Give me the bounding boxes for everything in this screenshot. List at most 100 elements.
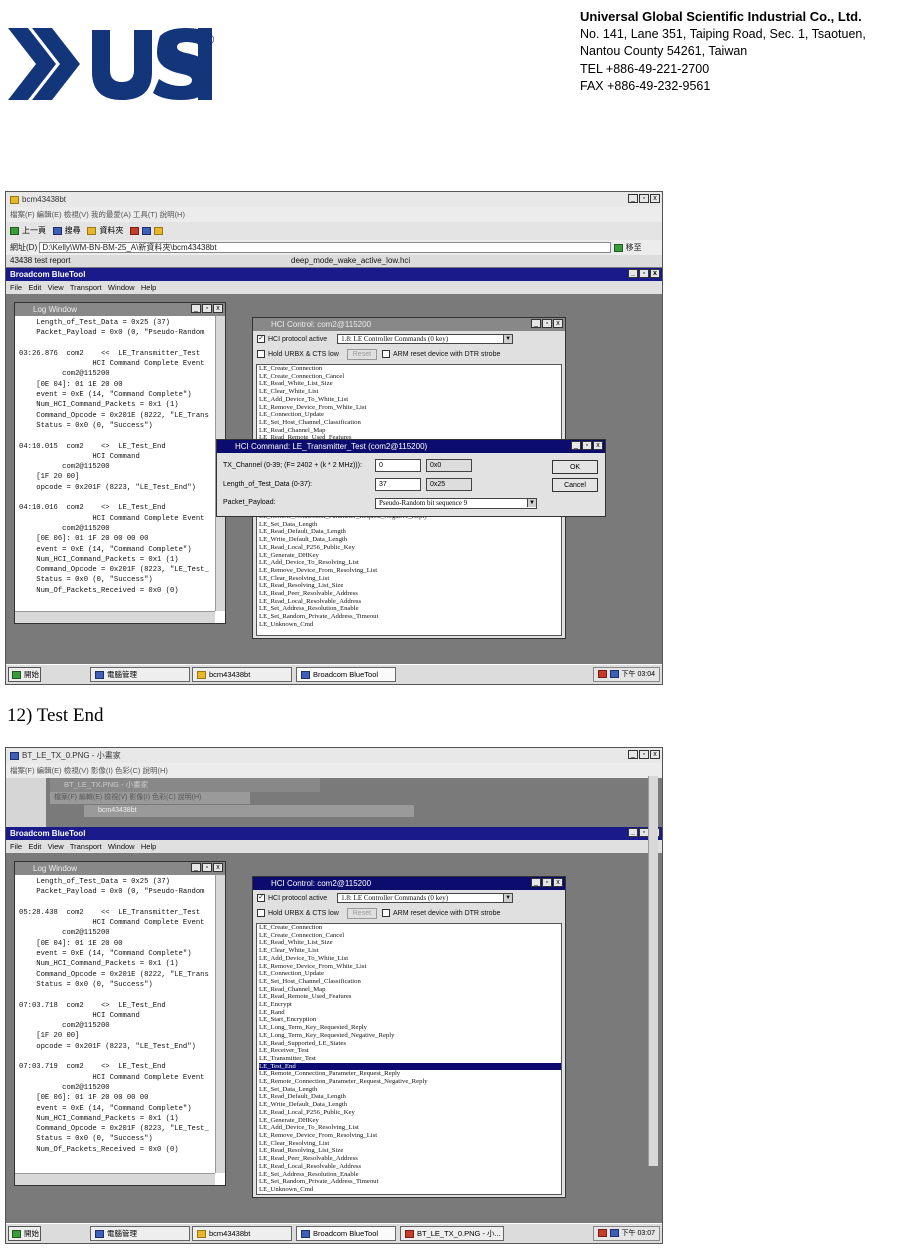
start-button[interactable]: 開始	[8, 1226, 41, 1241]
command-list-item[interactable]: LE_Create_Connection	[259, 365, 561, 373]
menu-transport[interactable]: Transport	[70, 842, 102, 851]
reset-button[interactable]: Reset	[346, 349, 378, 360]
command-list-item[interactable]: LE_Remote_Connection_Parameter_Request_R…	[259, 1070, 561, 1078]
search-icon[interactable]	[52, 226, 62, 235]
arm-reset-checkbox[interactable]	[382, 909, 390, 918]
command-list-item[interactable]: LE_Remove_Device_From_Resolving_List	[259, 567, 561, 575]
command-list-item[interactable]: LE_Set_Host_Channel_Classification	[259, 419, 561, 427]
cancel-button[interactable]: Cancel	[552, 478, 598, 492]
command-list-item[interactable]: LE_Unknown_Cmd	[259, 621, 561, 629]
command-list-item[interactable]: LE_Remove_Device_From_White_List	[259, 404, 561, 412]
command-list-item[interactable]: LE_Receiver_Test	[259, 1047, 561, 1055]
command-list-item[interactable]: LE_Write_Default_Data_Length	[259, 1101, 561, 1109]
command-list-item[interactable]: LE_Write_Default_Data_Length	[259, 536, 561, 544]
task-computer-management[interactable]: 電腦管理	[90, 667, 190, 682]
command-list-item[interactable]: LE_Remote_Connection_Parameter_Request_N…	[259, 1078, 561, 1086]
go-button[interactable]: 移至	[626, 243, 642, 252]
command-list-item[interactable]: LE_Set_Address_Resolution_Enable	[259, 1171, 561, 1179]
command-list-item[interactable]: LE_Read_Channel_Map	[259, 427, 561, 435]
command-list-item[interactable]: LE_Read_Peer_Resolvable_Address	[259, 1155, 561, 1163]
explorer-window-controls[interactable]: _ ▫ x	[628, 194, 660, 203]
menu-window[interactable]: Window	[108, 842, 135, 851]
command-list-item[interactable]: LE_Read_Default_Data_Length	[259, 528, 561, 536]
menu-help[interactable]: Help	[141, 842, 156, 851]
go-icon[interactable]	[613, 243, 623, 252]
payload-select[interactable]: Pseudo-Random bit sequence 9 ▼	[375, 498, 537, 509]
command-list-item[interactable]: LE_Start_Encryption	[259, 1016, 561, 1024]
command-list-item[interactable]: LE_Add_Device_To_White_List	[259, 955, 561, 963]
ok-button[interactable]: OK	[552, 460, 598, 474]
command-list-item[interactable]: LE_Generate_DHKey	[259, 1117, 561, 1125]
command-list-item[interactable]: LE_Test_End	[259, 1062, 561, 1071]
paint-vertical-scrollbar[interactable]	[648, 776, 658, 1166]
menu-view[interactable]: View	[48, 283, 64, 292]
command-list-item[interactable]: LE_Add_Device_To_White_List	[259, 396, 561, 404]
back-button[interactable]: 上一頁	[22, 226, 46, 235]
command-list-item[interactable]: LE_Connection_Update	[259, 411, 561, 419]
task-paint[interactable]: BT_LE_TX_0.PNG - 小...	[400, 1226, 504, 1241]
command-list-item[interactable]: LE_Clear_Resolving_List	[259, 575, 561, 583]
command-list-item[interactable]: LE_Set_Random_Private_Address_Timeout	[259, 613, 561, 621]
command-list-item[interactable]: LE_Clear_Resolving_List	[259, 1140, 561, 1148]
task-bluetool[interactable]: Broadcom BlueTool	[296, 667, 396, 682]
arm-reset-checkbox[interactable]	[382, 350, 390, 359]
command-list-item[interactable]: LE_Read_Default_Data_Length	[259, 1093, 561, 1101]
menu-file[interactable]: File	[10, 842, 22, 851]
command-list-item[interactable]: LE_Read_Channel_Map	[259, 986, 561, 994]
task-computer-management[interactable]: 電腦管理	[90, 1226, 190, 1241]
bluetool-window-controls[interactable]: _▫x	[628, 269, 660, 278]
command-list-item[interactable]: LE_Create_Connection_Cancel	[259, 373, 561, 381]
command-list-item[interactable]: LE_Read_Remote_Used_Features	[259, 993, 561, 1001]
command-list-item[interactable]: LE_Rand	[259, 1009, 561, 1017]
command-list-item[interactable]: LE_Add_Device_To_Resolving_List	[259, 559, 561, 567]
address-input[interactable]: D:\Kelly\WM-BN-BM-25_A\新資料夾\bcm43438bt	[39, 242, 612, 254]
menu-view[interactable]: View	[48, 842, 64, 851]
hci-protocol-checkbox[interactable]: ✓	[257, 894, 265, 903]
paint-window-controls[interactable]: _ ▫ x	[628, 750, 660, 759]
command-list-item[interactable]: LE_Remove_Device_From_Resolving_List	[259, 1132, 561, 1140]
log-horizontal-scrollbar[interactable]	[15, 1173, 215, 1185]
command-list-item[interactable]: LE_Add_Device_To_Resolving_List	[259, 1124, 561, 1132]
hold-checkbox[interactable]	[257, 350, 265, 359]
command-list-item[interactable]: LE_Unknown_Cmd	[259, 1186, 561, 1194]
command-list-item[interactable]: LE_Create_Connection	[259, 924, 561, 932]
command-group-select[interactable]: 1.8: LE Controller Commands (0 key) ▼	[337, 334, 514, 345]
command-group-select[interactable]: 1.8: LE Controller Commands (0 key) ▼	[337, 893, 514, 904]
menu-transport[interactable]: Transport	[70, 283, 102, 292]
task-folder[interactable]: bcm43438bt	[192, 1226, 292, 1241]
command-list-item[interactable]: LE_Generate_DHKey	[259, 552, 561, 560]
command-list-item[interactable]: LE_Set_Data_Length	[259, 1086, 561, 1094]
hci-control-window-controls[interactable]: _ ▫ x	[531, 878, 563, 887]
reset-button[interactable]: Reset	[346, 908, 378, 919]
command-list-item[interactable]: LE_Read_White_List_Size	[259, 380, 561, 388]
command-list-item[interactable]: LE_Read_Local_P256_Public_Key	[259, 1109, 561, 1117]
command-list-item[interactable]: LE_Connection_Update	[259, 970, 561, 978]
command-list-item[interactable]: LE_Long_Term_Key_Requested_Negative_Repl…	[259, 1032, 561, 1040]
command-list-item[interactable]: LE_Read_Resolving_List_Size	[259, 582, 561, 590]
command-list-item[interactable]: LE_Read_Resolving_List_Size	[259, 1147, 561, 1155]
command-list-item[interactable]: LE_Read_White_List_Size	[259, 939, 561, 947]
menu-help[interactable]: Help	[141, 283, 156, 292]
search-button[interactable]: 搜尋	[65, 226, 81, 235]
menu-edit[interactable]: Edit	[28, 283, 41, 292]
hci-control-window-controls[interactable]: _ ▫ x	[531, 319, 563, 328]
log-vertical-scrollbar[interactable]	[215, 875, 225, 1173]
back-icon[interactable]	[10, 226, 19, 235]
dialog-window-controls[interactable]: _ ▫ x	[571, 441, 603, 450]
task-folder[interactable]: bcm43438bt	[192, 667, 292, 682]
command-list-item[interactable]: LE_Remove_Device_From_White_List	[259, 963, 561, 971]
log-window-controls[interactable]: _ ▫ x	[191, 304, 223, 313]
log-window-controls[interactable]: _ ▫ x	[191, 863, 223, 872]
folders-icon[interactable]	[87, 226, 97, 235]
tx-channel-input[interactable]: 0	[375, 459, 421, 472]
folders-button[interactable]: 資料夾	[99, 226, 123, 235]
task-bluetool[interactable]: Broadcom BlueTool	[296, 1226, 396, 1241]
explorer-menubar[interactable]: 檔案(F) 編輯(E) 檢視(V) 我的最愛(A) 工具(T) 說明(H)	[6, 207, 662, 222]
hold-checkbox[interactable]	[257, 909, 265, 918]
tab-test-report[interactable]: 43438 test report	[10, 256, 70, 265]
delete-icon[interactable]	[130, 226, 140, 235]
log-horizontal-scrollbar[interactable]	[15, 611, 215, 623]
command-list-item[interactable]: LE_Read_Local_P256_Public_Key	[259, 544, 561, 552]
command-list-item[interactable]: LE_Read_Local_Resolvable_Address	[259, 598, 561, 606]
command-list-item[interactable]: LE_Read_Supported_LE_States	[259, 1040, 561, 1048]
